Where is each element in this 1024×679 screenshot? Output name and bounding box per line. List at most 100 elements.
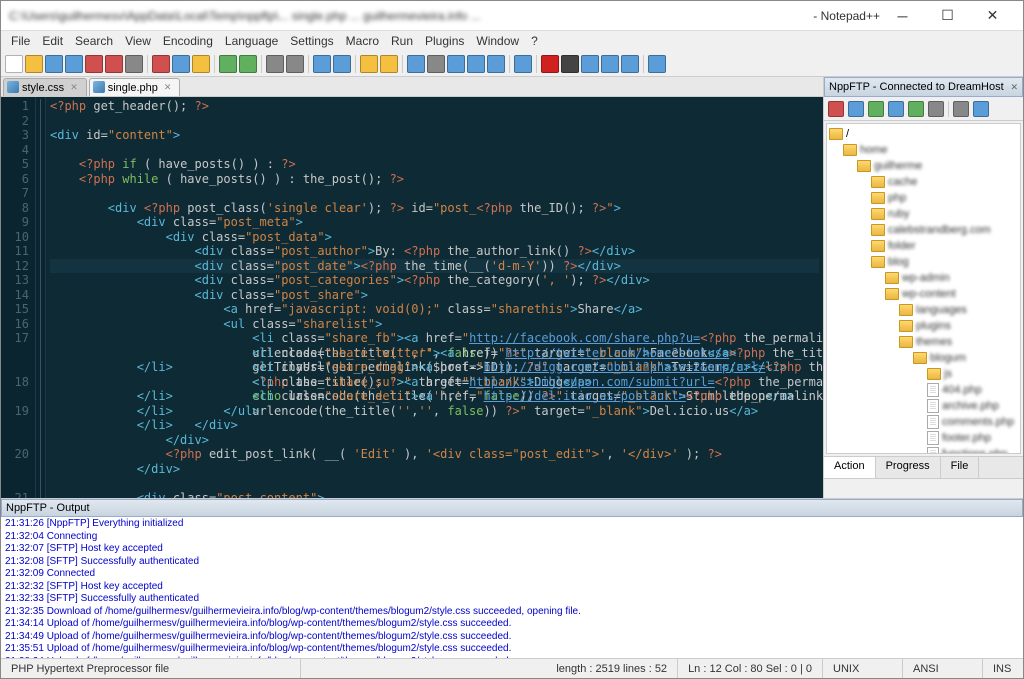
menu-run[interactable]: Run [385,32,419,50]
ftp-tab-file[interactable]: File [941,457,980,478]
unfold-icon[interactable] [487,55,505,73]
tree-folder[interactable]: home [829,142,1018,158]
tree-folder[interactable]: js [829,366,1018,382]
output-title: NppFTP - Output [1,499,1023,517]
tree-folder[interactable]: languages [829,302,1018,318]
save-icon[interactable] [45,55,63,73]
menu-edit[interactable]: Edit [36,32,69,50]
menu-language[interactable]: Language [219,32,284,50]
open-icon[interactable] [25,55,43,73]
fold-column[interactable] [36,97,46,498]
tree-folder[interactable]: ruby [829,206,1018,222]
tab-single-php[interactable]: single.php✕ [89,78,181,96]
tree-file[interactable]: comments.php [829,414,1018,430]
tree-folder[interactable]: wp-admin [829,270,1018,286]
menu-settings[interactable]: Settings [284,32,339,50]
output-line: 21:32:33 [SFTP] Successfully authenticat… [5,593,1019,606]
tree-root[interactable]: / [829,126,1018,142]
menu-macro[interactable]: Macro [340,32,385,50]
output-line: 21:34:49 Upload of /home/guilhermesv/gui… [5,631,1019,644]
ftp-refresh-icon[interactable] [908,101,924,117]
output-line: 21:32:07 [SFTP] Host key accepted [5,543,1019,556]
ftp-tab-progress[interactable]: Progress [876,457,941,478]
ftp-download-icon[interactable] [848,101,864,117]
ftp-upload-green-icon[interactable] [868,101,884,117]
tree-file[interactable]: archive.php [829,398,1018,414]
tree-folder[interactable]: wp-content [829,286,1018,302]
code-area[interactable]: <?php get_header(); ?> <div id="content"… [46,97,823,498]
save-macro-icon[interactable] [621,55,639,73]
tab-close-icon[interactable]: ✕ [70,82,78,93]
close-button[interactable]: ✕ [970,2,1015,30]
tree-folder[interactable]: themes [829,334,1018,350]
ftp-title: NppFTP - Connected to DreamHost ✕ [824,77,1023,97]
zoom-in-icon[interactable] [313,55,331,73]
ftp-tab-action[interactable]: Action [824,457,876,478]
tree-file[interactable]: functions.php [829,446,1018,454]
ftp-upload-blue-icon[interactable] [888,101,904,117]
ftp-close-icon[interactable]: ✕ [1010,82,1018,93]
sync-h-icon[interactable] [380,55,398,73]
ftp-tree[interactable]: /homeguilhermecachephprubycalebstrandber… [826,123,1021,454]
wrap-icon[interactable] [407,55,425,73]
folder-icon [899,320,913,332]
line-gutter: 1234567891011121314151617 18 19 20 21 22… [1,97,36,498]
redo-icon[interactable] [239,55,257,73]
zoom-out-icon[interactable] [333,55,351,73]
cut-icon[interactable] [152,55,170,73]
close-icon[interactable] [85,55,103,73]
menu-file[interactable]: File [5,32,36,50]
menu-plugins[interactable]: Plugins [419,32,470,50]
ftp-abort-icon[interactable] [928,101,944,117]
tree-folder[interactable]: guilherme [829,158,1018,174]
ftp-show-msg-icon[interactable] [973,101,989,117]
all-chars-icon[interactable] [427,55,445,73]
tree-folder[interactable]: blog [829,254,1018,270]
status-position: Ln : 12 Col : 80 Sel : 0 | 0 [678,659,823,678]
output-body[interactable]: 21:31:26 [NppFTP] Everything initialized… [1,517,1023,658]
print-icon[interactable] [125,55,143,73]
menu-search[interactable]: Search [69,32,119,50]
monitor-icon[interactable] [648,55,666,73]
copy-icon[interactable] [172,55,190,73]
folder-icon [871,240,885,252]
menu-?[interactable]: ? [525,32,544,50]
find-icon[interactable] [266,55,284,73]
play-icon[interactable] [581,55,599,73]
tree-folder[interactable]: php [829,190,1018,206]
hidden-icon[interactable] [514,55,532,73]
tree-folder[interactable]: plugins [829,318,1018,334]
tree-file[interactable]: footer.php [829,430,1018,446]
tree-file[interactable]: 404.php [829,382,1018,398]
tab-close-icon[interactable]: ✕ [164,82,172,93]
replace-icon[interactable] [286,55,304,73]
sync-v-icon[interactable] [360,55,378,73]
tree-folder[interactable]: cache [829,174,1018,190]
tree-folder[interactable]: blogum [829,350,1018,366]
ftp-disconnect-icon[interactable] [828,101,844,117]
rec-icon[interactable] [541,55,559,73]
maximize-button[interactable]: ☐ [925,2,970,30]
paste-icon[interactable] [192,55,210,73]
menu-encoding[interactable]: Encoding [157,32,219,50]
save-all-icon[interactable] [65,55,83,73]
indent-icon[interactable] [447,55,465,73]
ftp-settings-icon[interactable] [953,101,969,117]
play-mult-icon[interactable] [601,55,619,73]
tree-folder[interactable]: folder [829,238,1018,254]
tree-folder[interactable]: calebstrandberg.com [829,222,1018,238]
stop-icon[interactable] [561,55,579,73]
minimize-button[interactable]: ─ [880,2,925,30]
file-icon [927,431,939,445]
menu-window[interactable]: Window [470,32,525,50]
new-icon[interactable] [5,55,23,73]
tab-style-css[interactable]: style.css✕ [3,78,87,96]
code-editor[interactable]: 1234567891011121314151617 18 19 20 21 22… [1,97,823,498]
fold-icon[interactable] [467,55,485,73]
output-line: 21:32:32 [SFTP] Host key accepted [5,581,1019,594]
undo-icon[interactable] [219,55,237,73]
menu-view[interactable]: View [119,32,157,50]
output-line: 21:35:51 Upload of /home/guilhermesv/gui… [5,643,1019,656]
ftp-panel: NppFTP - Connected to DreamHost ✕ /homeg… [823,77,1023,498]
close-all-icon[interactable] [105,55,123,73]
